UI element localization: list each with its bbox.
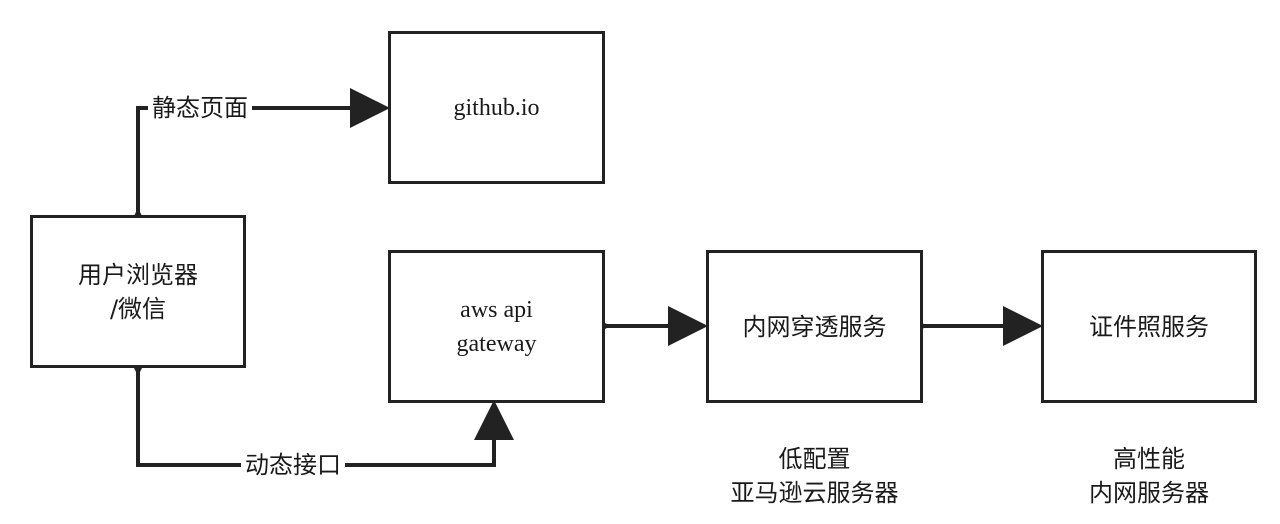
diagram-canvas: 静态页面 动态接口 github.io 用户浏览器 /微信 aws api ga… bbox=[0, 0, 1280, 524]
caption-low-spec-line1: 低配置 bbox=[778, 445, 851, 473]
node-aws-line2: gateway bbox=[456, 330, 537, 357]
node-browser-line1: 用户浏览器 bbox=[78, 260, 198, 289]
node-github-label: github.io bbox=[453, 94, 540, 121]
node-github: github.io bbox=[388, 31, 605, 184]
caption-high-perf-line2: 内网服务器 bbox=[1089, 479, 1209, 507]
caption-high-perf: 高性能 内网服务器 bbox=[1041, 442, 1257, 510]
node-browser: 用户浏览器 /微信 bbox=[30, 215, 246, 368]
edge-static-page bbox=[118, 88, 390, 248]
node-idphoto-label: 证件照服务 bbox=[1089, 312, 1209, 341]
edge-label-static-page: 静态页面 bbox=[148, 93, 252, 123]
node-browser-line2: /微信 bbox=[109, 294, 167, 323]
node-idphoto-service: 证件照服务 bbox=[1041, 250, 1257, 403]
node-tunnel-service: 内网穿透服务 bbox=[706, 250, 923, 403]
caption-low-spec-line2: 亚马逊云服务器 bbox=[730, 479, 899, 507]
caption-low-spec: 低配置 亚马逊云服务器 bbox=[706, 442, 923, 510]
node-aws-line1: aws api bbox=[460, 296, 533, 323]
node-aws-gateway: aws api gateway bbox=[388, 250, 605, 403]
caption-high-perf-line1: 高性能 bbox=[1113, 445, 1185, 473]
edge-label-dynamic-api: 动态接口 bbox=[241, 450, 345, 480]
node-tunnel-label: 内网穿透服务 bbox=[742, 312, 887, 341]
